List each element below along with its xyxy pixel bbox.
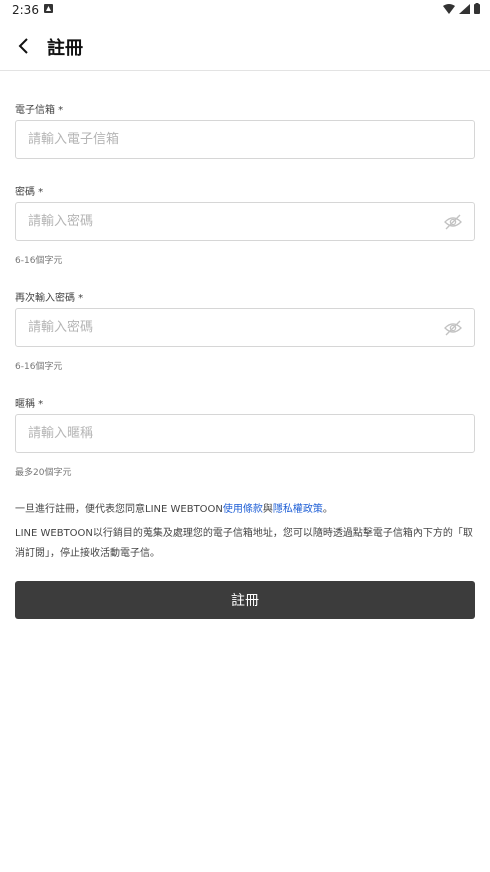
eye-off-icon[interactable] (444, 214, 462, 230)
nickname-field (15, 414, 475, 453)
email-field (15, 120, 475, 159)
wifi-icon (443, 3, 455, 14)
nickname-label: 暱稱 * (15, 399, 44, 410)
email-label: 電子信箱 * (15, 105, 64, 116)
consent-text: 一旦進行註冊，便代表您同意LINE WEBTOON使用條款與隱私權政策。 (15, 500, 475, 515)
password-label: 密碼 * (15, 187, 44, 198)
password-confirm-label: 再次輸入密碼 * (15, 293, 84, 304)
back-arrow-icon (18, 38, 28, 54)
app-bar: 註冊 (0, 22, 490, 71)
password-field (15, 202, 475, 241)
signal-icon (459, 3, 470, 14)
register-button[interactable]: 註冊 (15, 581, 475, 619)
password-confirm-field (15, 308, 475, 347)
status-bar: 2:36 (0, 0, 490, 20)
consent-prefix: 一旦進行註冊，便代表您同意LINE WEBTOON (15, 504, 223, 515)
nickname-input[interactable] (16, 415, 474, 452)
privacy-link[interactable]: 隱私權政策 (273, 504, 323, 515)
eye-off-icon[interactable] (444, 320, 462, 336)
consent-suffix: 。 (322, 504, 333, 515)
back-button[interactable] (8, 30, 40, 62)
password-input[interactable] (16, 203, 474, 240)
password-hint: 6-16個字元 (15, 256, 63, 266)
nickname-hint: 最多20個字元 (15, 468, 72, 478)
email-input[interactable] (16, 121, 474, 158)
password-confirm-input[interactable] (16, 309, 474, 346)
notification-icon (44, 4, 53, 13)
status-time: 2:36 (12, 3, 39, 17)
status-icons (443, 3, 480, 14)
terms-link[interactable]: 使用條款 (223, 504, 263, 515)
consent-middle: 與 (262, 504, 273, 515)
password-confirm-hint: 6-16個字元 (15, 362, 63, 372)
marketing-notice: LINE WEBTOON以行銷目的蒐集及處理您的電子信箱地址，您可以隨時透過點擊… (15, 528, 473, 559)
page-title: 註冊 (47, 38, 83, 59)
battery-icon (474, 3, 480, 14)
